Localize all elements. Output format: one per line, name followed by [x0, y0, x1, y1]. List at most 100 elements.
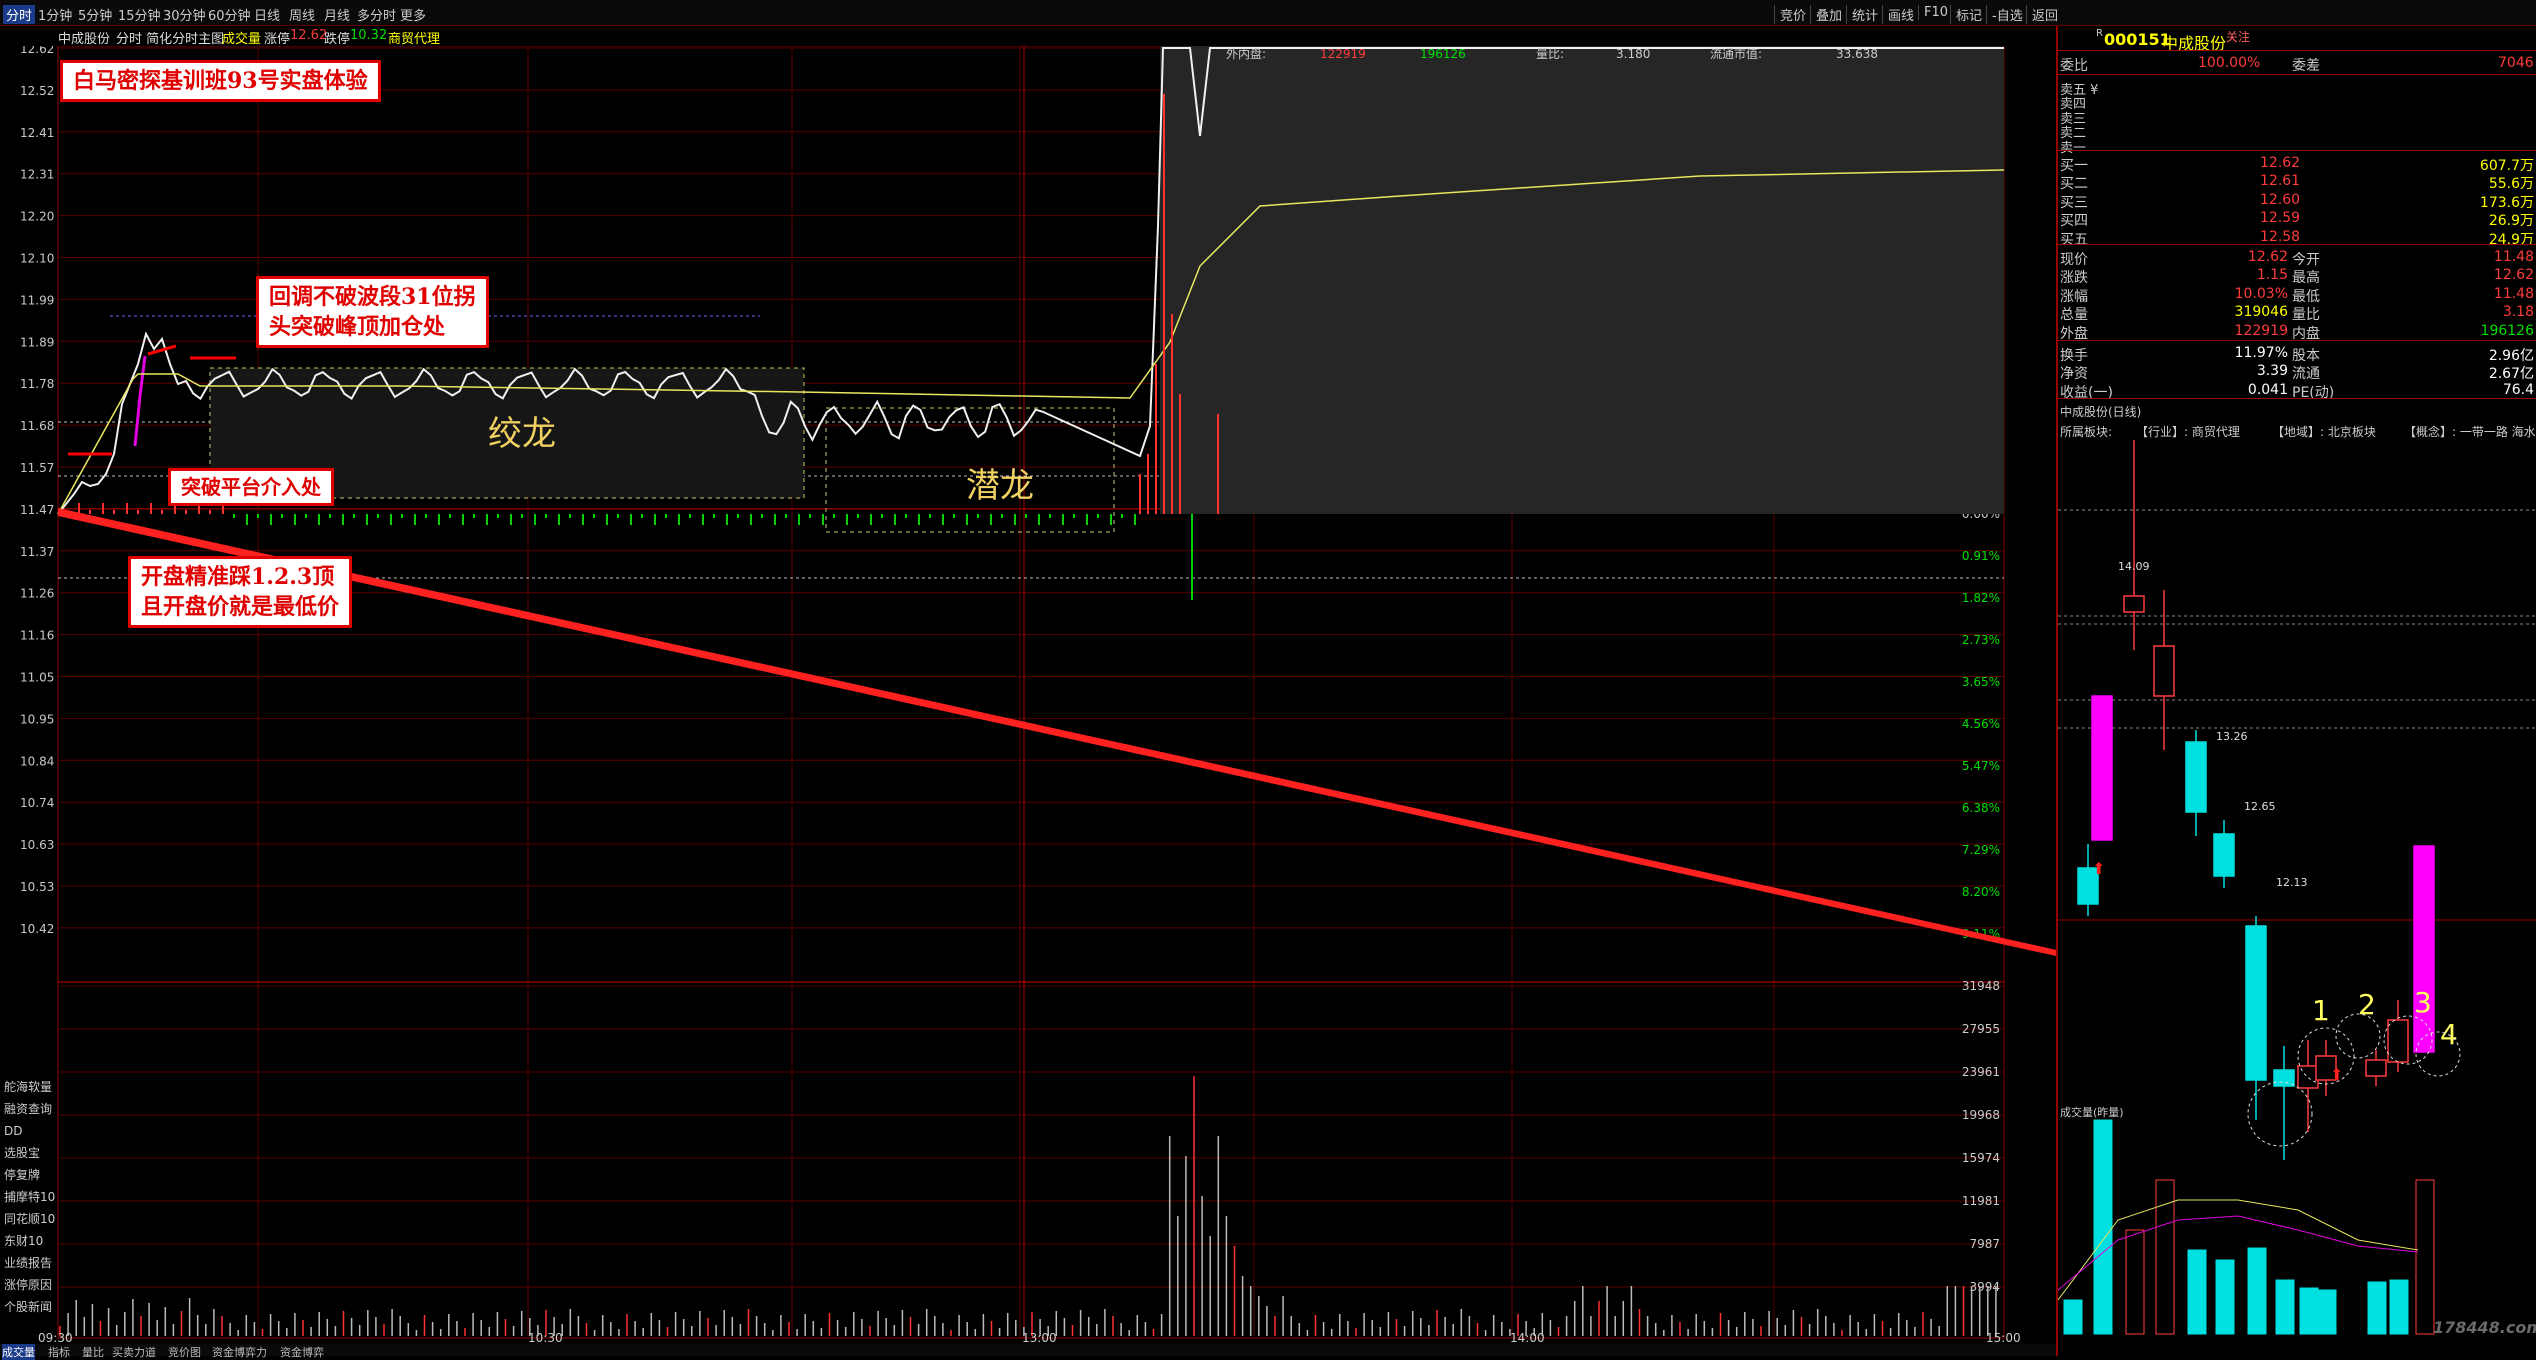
- quote-row: 总量 319046 量比 3.18: [2058, 303, 2536, 323]
- buy-level-volume: 24.9万: [2488, 231, 2534, 248]
- pct-tick-label: 4.56%: [1962, 717, 2000, 731]
- tab-monthly[interactable]: 月线: [324, 5, 350, 24]
- quote-row: 现价 12.62 今开 11.48: [2058, 248, 2536, 268]
- wave-circle: [2247, 1081, 2313, 1147]
- quote-value: 319046: [2234, 304, 2288, 321]
- f10-button[interactable]: F10: [1918, 5, 1948, 20]
- quote-value-2: 11.48: [2493, 249, 2534, 265]
- intraday-chart[interactable]: 12.62 12.52 12.41 12.31 12.20 12.10 11.99 11.89…: [0, 42, 2310, 1345]
- daily-chart-title: 中成股份(日线): [2060, 405, 2142, 419]
- stock-name-label: 中成股份: [58, 32, 111, 47]
- price-tick-label: 10.74: [20, 796, 54, 810]
- tab-1min[interactable]: 1分钟: [38, 5, 72, 24]
- tab-indicator[interactable]: 指标: [48, 1344, 70, 1360]
- sell-level-row: 卖一: [2058, 136, 2536, 156]
- buy-level-row: 买三 12.60 173.6万: [2058, 191, 2536, 211]
- industry-tag[interactable]: 【行业】: 商贸代理: [2136, 423, 2240, 440]
- side-button[interactable]: 个股新闻: [0, 1296, 56, 1318]
- tab-auction-chart[interactable]: 竞价图: [168, 1344, 201, 1360]
- price-tick-label: 12.10: [20, 252, 54, 266]
- daily-volume-bar: [2063, 1299, 2083, 1335]
- buy-level-row: 买二 12.61 55.6万: [2058, 172, 2536, 192]
- side-button[interactable]: 融资查询: [0, 1098, 56, 1120]
- tab-intraday[interactable]: 分时: [3, 5, 36, 24]
- daily-price-label: 12.65: [2244, 800, 2276, 813]
- candle-accent: [2096, 696, 2108, 840]
- region-tag[interactable]: 【地域】: 北京板块: [2272, 423, 2376, 440]
- back-button[interactable]: 返回: [2026, 5, 2058, 24]
- price-tick-label: 12.41: [20, 126, 54, 140]
- tab-5min[interactable]: 5分钟: [78, 5, 112, 24]
- mark-button[interactable]: 标记: [1950, 5, 1982, 24]
- breakout-entry-note: 突破平台介入处: [168, 468, 334, 506]
- side-button[interactable]: DD: [0, 1120, 56, 1142]
- tab-volume-ratio[interactable]: 量比: [82, 1344, 104, 1360]
- daily-price-label: 14.09: [2118, 560, 2150, 573]
- stats-button[interactable]: 统计: [1846, 5, 1878, 24]
- tab-fund-game-force[interactable]: 资金博弈力: [212, 1344, 267, 1360]
- tab-60min[interactable]: 60分钟: [208, 5, 251, 24]
- pct-tick-label: 2.73%: [1962, 633, 2000, 647]
- indicator-tabs: 成交量 指标 量比 买卖力道 竞价图 资金博弈力 资金博弈: [0, 1344, 2056, 1360]
- tab-30min[interactable]: 30分钟: [163, 5, 206, 24]
- pct-tick-label: 7.29%: [1962, 843, 2000, 857]
- tab-weekly[interactable]: 周线: [289, 5, 315, 24]
- wave-circle: [2415, 1031, 2461, 1077]
- tab-daily[interactable]: 日线: [254, 5, 280, 24]
- stock-code: 000151: [2104, 30, 2171, 49]
- side-button[interactable]: 捕摩特10: [0, 1186, 56, 1208]
- info-ratio-label: 量比:: [1536, 47, 1564, 61]
- tab-more[interactable]: 更多: [400, 5, 426, 24]
- daily-price-label: 12.13: [2276, 876, 2308, 889]
- fundamental-value: 3.39: [2256, 363, 2288, 380]
- auction-button[interactable]: 竞价: [1774, 5, 1806, 24]
- tab-volume[interactable]: 成交量: [2, 1344, 35, 1360]
- quote-value: 12.62: [2247, 249, 2288, 265]
- tab-15min[interactable]: 15分钟: [118, 5, 161, 24]
- dragon-twist-label: 绞龙: [488, 414, 556, 454]
- sector-row-label: 所属板块:: [2060, 425, 2113, 439]
- price-tick-label: 11.26: [20, 587, 54, 601]
- fundamental-value: 11.97%: [2234, 345, 2288, 361]
- order-diff-label: 委差: [2292, 58, 2320, 74]
- info-outer-label: 外内盘:: [1226, 46, 1266, 61]
- draw-button[interactable]: 画线: [1882, 5, 1914, 24]
- price-tick-label: 12.62: [20, 46, 54, 56]
- follow-link[interactable]: 关注: [2226, 28, 2250, 45]
- info-cap-value: 33.638: [1836, 47, 1878, 61]
- side-button[interactable]: 业绩报告: [0, 1252, 56, 1274]
- concept-tag[interactable]: 【概念】: 一带一路 海水: [2404, 423, 2536, 440]
- side-button[interactable]: 选股宝: [0, 1142, 56, 1164]
- open-low-note: 开盘精准踩1.2.3顶 且开盘价就是最低价: [128, 556, 353, 628]
- side-button[interactable]: 东财10: [0, 1230, 56, 1252]
- stock-prefix: R: [2096, 28, 2103, 39]
- order-ratio-value: 100.00%: [2198, 55, 2261, 71]
- order-diff-value: 7046: [2498, 55, 2534, 71]
- side-button[interactable]: 舵海软量: [0, 1076, 56, 1098]
- tab-fund-game[interactable]: 资金博弈: [280, 1344, 324, 1360]
- daily-candle: [2123, 595, 2145, 613]
- daily-volume-bar: [2125, 1229, 2145, 1335]
- side-button[interactable]: 同花顺10: [0, 1208, 56, 1230]
- overlay-button[interactable]: 叠加: [1810, 5, 1842, 24]
- watchlist-button[interactable]: -自选: [1986, 5, 2023, 24]
- price-tick-label: 12.31: [20, 168, 54, 182]
- side-button[interactable]: 停复牌: [0, 1164, 56, 1186]
- daily-volume-caption: 成交量(昨量): [2060, 1105, 2124, 1119]
- daily-kline-chart[interactable]: 14.0913.2612.6512.131 2 34⬆⬆成交量(昨量): [2058, 440, 2536, 1356]
- tab-buy-sell-force[interactable]: 买卖力道: [112, 1344, 156, 1360]
- tab-multi-intraday[interactable]: 多分时: [357, 5, 396, 24]
- daily-candle: [2365, 1059, 2387, 1077]
- period-toolbar: 分时 1分钟 5分钟 15分钟 30分钟 60分钟 日线 周线 月线 多分时 更…: [0, 0, 2536, 26]
- down-limit-label: 跌停: [324, 32, 351, 47]
- fundamental-row: 收益(一) 0.041 PE(动) 76.4: [2058, 381, 2536, 401]
- side-button[interactable]: 涨停原因: [0, 1274, 56, 1296]
- daily-candle: [2387, 1019, 2409, 1063]
- daily-candle: [2153, 645, 2175, 697]
- time-tick-label: 15:00: [1986, 1331, 2021, 1344]
- chart-mode-label[interactable]: 分时 简化分时主图: [116, 28, 224, 47]
- buy-level-row: 买一 12.62 607.7万: [2058, 154, 2536, 174]
- buy-level-price: 12.60: [2260, 191, 2301, 208]
- down-limit-value: 10.32: [350, 28, 388, 43]
- volume-tick-label: 15974: [1962, 1151, 2000, 1165]
